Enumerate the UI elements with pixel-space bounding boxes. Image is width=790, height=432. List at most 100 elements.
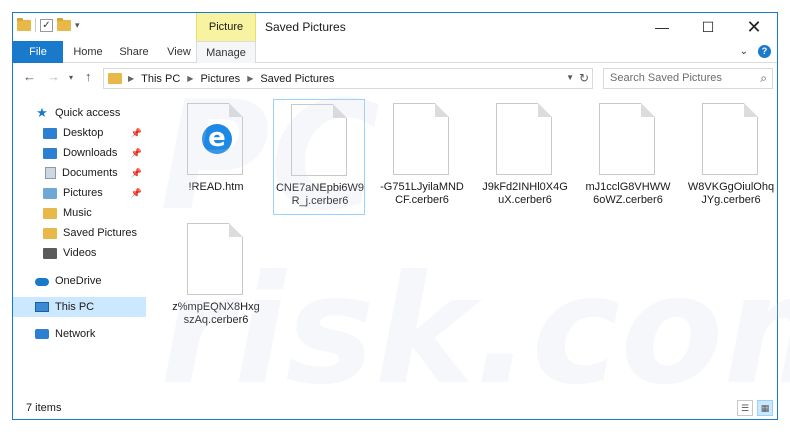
tab-file[interactable]: File [13,41,63,63]
search-placeholder: Search Saved Pictures [610,72,722,84]
refresh-icon[interactable]: ↻ [579,71,589,85]
sidebar-item-quick-access[interactable]: ★ Quick access [13,103,146,123]
file-item[interactable]: J9kFd2INHl0X4G uX.cerber6 [479,99,571,215]
explorer-window: ✓ ▾ Picture Tools Saved Pictures — ☐ ✕ F… [12,12,778,420]
file-name: W8VKGgOiulOhq JYg.cerber6 [687,181,775,206]
window-controls: — ☐ ✕ [639,13,777,41]
folder-icon[interactable] [17,17,31,31]
file-item[interactable]: W8VKGgOiulOhq JYg.cerber6 [685,99,777,215]
sidebar-item-onedrive[interactable]: OneDrive [13,271,146,291]
tab-share[interactable]: Share [111,41,157,63]
file-item-read-htm[interactable]: e !READ.htm [170,99,262,215]
sidebar-item-label: Videos [63,247,97,259]
quick-access-toolbar: ✓ ▾ [17,17,80,32]
tab-manage[interactable]: Manage [196,41,256,63]
large-icons-view-icon[interactable]: ▦ [757,400,773,416]
properties-check-icon[interactable]: ✓ [40,18,53,32]
sidebar-item-label: Saved Pictures [63,227,137,239]
file-icon [702,103,758,175]
search-icon[interactable]: ⌕ [760,69,767,88]
file-view[interactable]: e !READ.htm CNE7aNEpbi6W9 R_j.cerber6 -G… [146,93,777,399]
sidebar-item-desktop[interactable]: Desktop 📌 [13,123,146,143]
pin-icon: 📌 [130,187,142,198]
help-icon[interactable]: ? [758,45,771,58]
window-title: Saved Pictures [265,20,346,34]
customize-toolbar-icon[interactable]: ▾ [75,20,80,31]
sidebar-item-documents[interactable]: Documents 📌 [13,163,146,183]
file-item[interactable]: z%mpEQNX8Hxg szAq.cerber6 [170,219,262,335]
file-icon [291,104,347,176]
file-name: !READ.htm [188,181,244,193]
status-bar: 7 items ☰ ▦ [13,397,777,419]
breadcrumb-pictures[interactable]: Pictures [200,73,240,85]
sidebar-item-downloads[interactable]: Downloads 📌 [13,143,146,163]
address-dropdown-icon[interactable]: ▼ [566,73,574,82]
back-arrow-icon[interactable]: ← [23,69,36,84]
file-icon [187,223,243,295]
search-input[interactable]: Search Saved Pictures ⌕ [603,68,773,89]
edge-icon: e [202,124,232,154]
file-item[interactable]: CNE7aNEpbi6W9 R_j.cerber6 [273,99,365,215]
toolbar-separator [35,18,36,32]
pin-icon: 📌 [130,147,142,158]
network-icon [35,329,49,339]
forward-arrow-icon[interactable]: → [47,69,60,84]
sidebar-item-this-pc[interactable]: This PC [13,297,146,317]
close-button[interactable]: ✕ [731,13,777,41]
pin-icon: 📌 [130,127,142,138]
sidebar-item-music[interactable]: Music [13,203,146,223]
maximize-button[interactable]: ☐ [685,13,731,41]
sidebar-item-videos[interactable]: Videos [13,243,146,263]
details-view-icon[interactable]: ☰ [737,400,753,416]
file-icon [496,103,552,175]
sidebar-item-label: Downloads [63,147,118,159]
file-icon [599,103,655,175]
title-bar: ✓ ▾ Picture Tools Saved Pictures — ☐ ✕ [13,13,777,61]
folder-icon [43,227,57,239]
chevron-right-icon[interactable]: ▶ [247,74,253,83]
sidebar-item-pictures[interactable]: Pictures 📌 [13,183,146,203]
tab-view[interactable]: View [157,41,201,63]
view-switcher: ☰ ▦ [737,400,773,416]
expand-ribbon-icon[interactable]: ⌄ [740,46,748,57]
item-count: 7 items [26,402,62,414]
pictures-folder-icon [43,187,57,199]
sidebar-item-label: Music [63,207,92,219]
onedrive-icon [35,278,49,286]
this-pc-icon [35,302,49,312]
breadcrumb-this-pc[interactable]: This PC [141,73,180,85]
new-folder-icon[interactable] [57,17,71,31]
sidebar-item-label: Documents [62,167,118,179]
file-name: z%mpEQNX8Hxg szAq.cerber6 [172,301,260,326]
file-item[interactable]: -G751LJyilaMND CF.cerber6 [376,99,468,215]
sidebar-item-label: OneDrive [55,275,102,287]
ribbon-tabs: File Home Share View Manage ⌄ ? [13,41,777,63]
file-item[interactable]: mJ1cclG8VHWW 6oWZ.cerber6 [582,99,674,215]
sidebar-item-label: Desktop [63,127,104,139]
sidebar-item-saved-pictures[interactable]: Saved Pictures [13,223,146,243]
address-bar[interactable]: ▶ This PC ▶ Pictures ▶ Saved Pictures ▼ … [103,68,593,89]
chevron-right-icon[interactable]: ▶ [128,74,134,83]
star-icon: ★ [36,105,48,120]
file-icon [393,103,449,175]
documents-icon [45,167,56,179]
videos-folder-icon [43,247,57,259]
sidebar-item-label: Quick access [55,107,121,119]
desktop-folder-icon [43,127,57,139]
file-name: mJ1cclG8VHWW 6oWZ.cerber6 [585,181,671,206]
folder-icon [108,73,122,84]
ribbon-right-controls: ⌄ ? [740,45,771,58]
chevron-right-icon[interactable]: ▶ [187,74,193,83]
up-arrow-icon[interactable]: ↑ [85,69,92,84]
music-folder-icon [43,207,57,219]
minimize-button[interactable]: — [639,13,685,41]
file-name: J9kFd2INHl0X4G uX.cerber6 [482,181,568,206]
breadcrumb-saved-pictures[interactable]: Saved Pictures [260,73,334,85]
downloads-folder-icon [43,147,57,159]
tab-home[interactable]: Home [65,41,111,63]
sidebar-item-label: Network [55,328,96,340]
sidebar-item-network[interactable]: Network [13,324,146,344]
file-name: -G751LJyilaMND CF.cerber6 [380,181,464,206]
recent-locations-chevron-icon[interactable]: ▾ [69,73,73,82]
picture-tools-context-tab: Picture Tools [196,13,256,61]
